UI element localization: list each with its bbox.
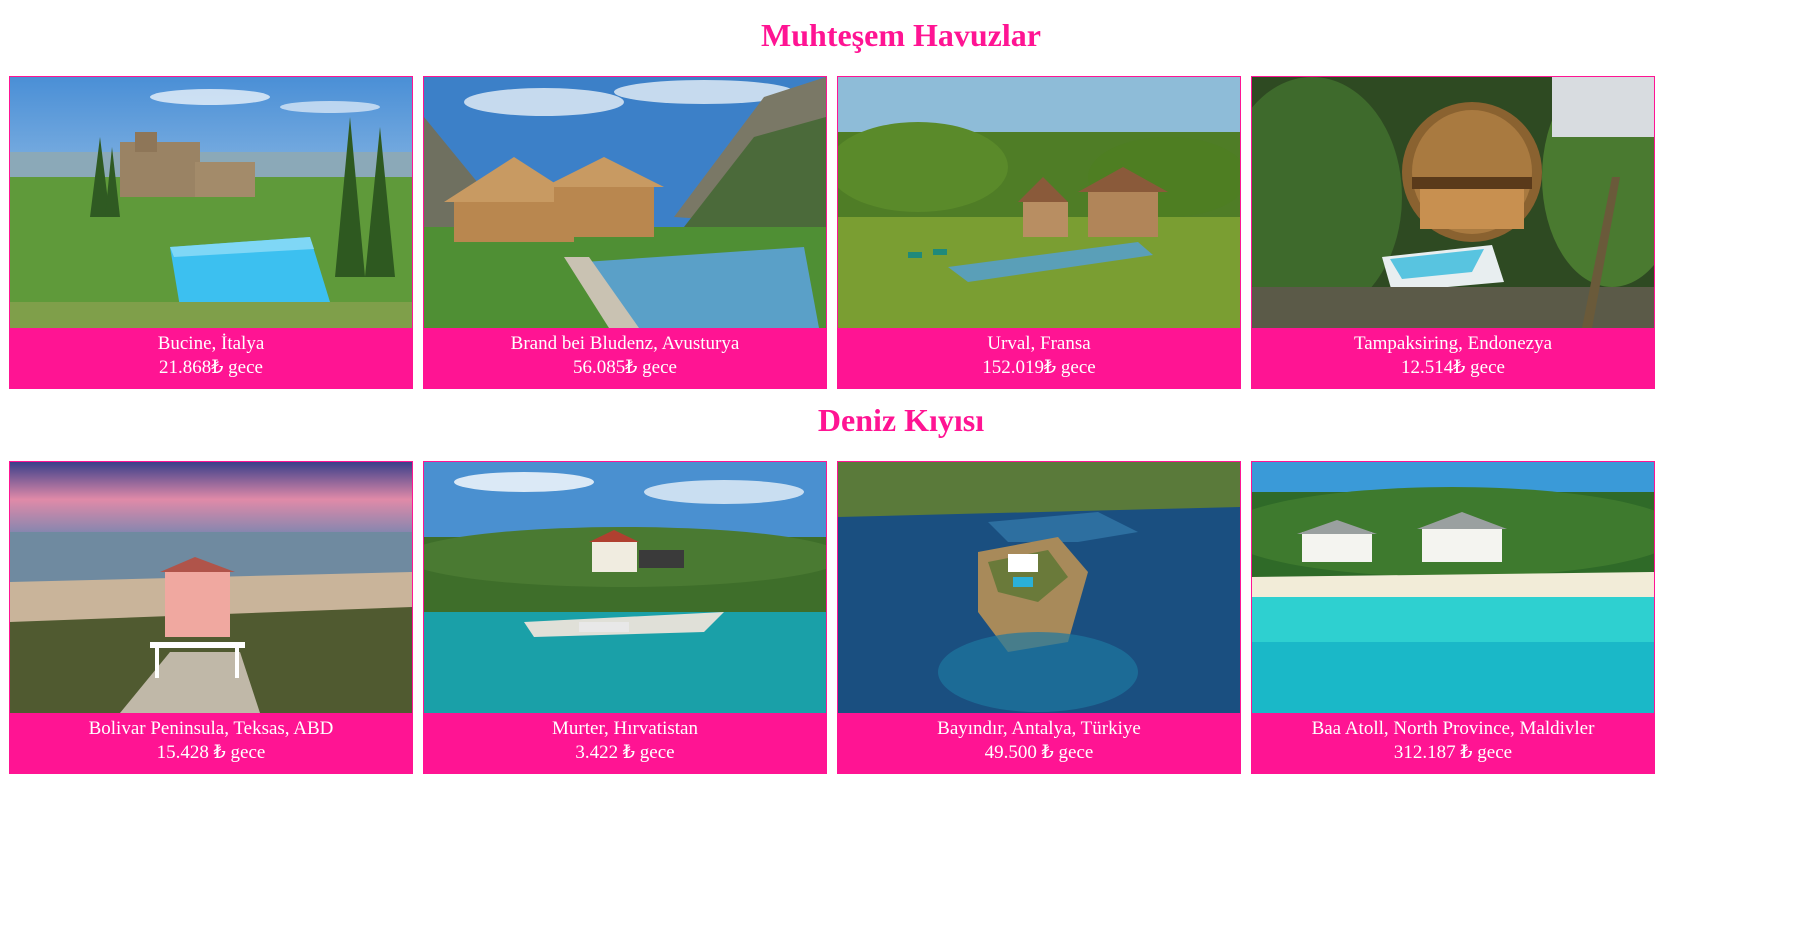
listings-page: Muhteşem Havuzlar Bucine, İtalya 21.868₺…: [0, 0, 1802, 925]
listing-location: Tampaksiring, Endonezya: [1353, 333, 1553, 354]
tropical-beach-villas-photo: [1252, 462, 1654, 713]
seaside-grid: Bolivar Peninsula, Teksas, ABD 15.428 ₺ …: [9, 461, 1655, 774]
listing-caption: Brand bei Bludenz, Avusturya 56.085₺ gec…: [424, 328, 826, 388]
listing-price: 152.019₺ gece: [982, 357, 1096, 378]
listing-location: Urval, Fransa: [987, 333, 1091, 354]
listing-card-bucine[interactable]: Bucine, İtalya 21.868₺ gece: [9, 76, 413, 389]
listing-price: 56.085₺ gece: [573, 357, 677, 378]
listing-price: 49.500 ₺ gece: [984, 742, 1094, 763]
listing-location: Bucine, İtalya: [157, 333, 265, 354]
section-title-pools: Muhteşem Havuzlar: [761, 17, 1041, 53]
stone-farmhouse-with-lap-pool-photo: [838, 77, 1240, 328]
listing-location: Bolivar Peninsula, Teksas, ABD: [88, 718, 334, 739]
alpine-chalet-with-pool-photo: [424, 77, 826, 328]
listing-location: Baa Atoll, North Province, Maldivler: [1311, 718, 1595, 739]
listing-location: Bayındır, Antalya, Türkiye: [937, 718, 1141, 739]
listing-price: 15.428 ₺ gece: [156, 742, 266, 763]
listing-caption: Urval, Fransa 152.019₺ gece: [838, 328, 1240, 388]
seaside-house-with-dock-photo: [424, 462, 826, 713]
listing-card-urval[interactable]: Urval, Fransa 152.019₺ gece: [837, 76, 1241, 389]
listing-caption: Bolivar Peninsula, Teksas, ABD 15.428 ₺ …: [10, 713, 412, 773]
listing-caption: Bucine, İtalya 21.868₺ gece: [10, 328, 412, 388]
peninsula-villa-aerial-photo: [838, 462, 1240, 713]
listing-location: Murter, Hırvatistan: [552, 718, 698, 739]
listing-card-murter[interactable]: Murter, Hırvatistan 3.422 ₺ gece: [423, 461, 827, 774]
pink-beach-house-photo: [10, 462, 412, 713]
section-title-seaside: Deniz Kıyısı: [817, 402, 985, 438]
tuscan-villa-with-pool-photo: [10, 77, 412, 328]
listing-caption: Bayındır, Antalya, Türkiye 49.500 ₺ gece: [838, 713, 1240, 773]
listing-caption: Tampaksiring, Endonezya 12.514₺ gece: [1252, 328, 1654, 388]
listing-price: 312.187 ₺ gece: [1393, 742, 1513, 763]
bamboo-dome-house-with-pool-photo: [1252, 77, 1654, 328]
listing-caption: Murter, Hırvatistan 3.422 ₺ gece: [424, 713, 826, 773]
pools-grid: Bucine, İtalya 21.868₺ gece Brand bei Bl…: [9, 76, 1655, 389]
listing-price: 12.514₺ gece: [1401, 357, 1505, 378]
listing-caption: Baa Atoll, North Province, Maldivler 312…: [1252, 713, 1654, 773]
listing-card-brand-bei-bludenz[interactable]: Brand bei Bludenz, Avusturya 56.085₺ gec…: [423, 76, 827, 389]
listing-location: Brand bei Bludenz, Avusturya: [510, 333, 740, 354]
listing-price: 3.422 ₺ gece: [575, 742, 675, 763]
listing-price: 21.868₺ gece: [159, 357, 263, 378]
listing-card-bayindir[interactable]: Bayındır, Antalya, Türkiye 49.500 ₺ gece: [837, 461, 1241, 774]
listing-card-baa-atoll[interactable]: Baa Atoll, North Province, Maldivler 312…: [1251, 461, 1655, 774]
listing-card-tampaksiring[interactable]: Tampaksiring, Endonezya 12.514₺ gece: [1251, 76, 1655, 389]
listing-card-bolivar-peninsula[interactable]: Bolivar Peninsula, Teksas, ABD 15.428 ₺ …: [9, 461, 413, 774]
